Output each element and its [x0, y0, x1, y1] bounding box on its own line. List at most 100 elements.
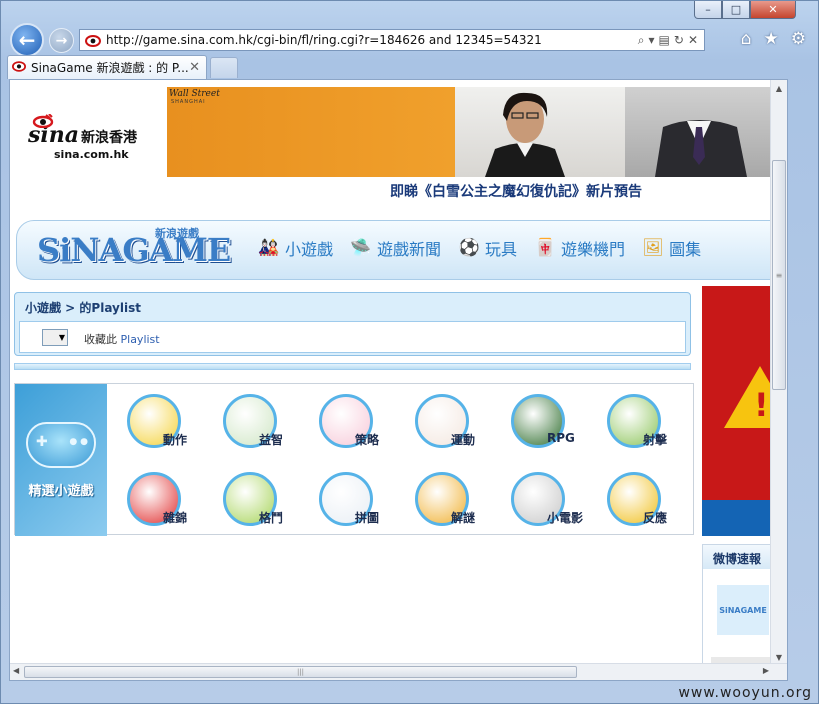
banner-photo-woman: [455, 87, 625, 177]
scroll-left-icon[interactable]: ◀: [13, 666, 19, 675]
minimize-button[interactable]: –: [694, 1, 722, 19]
nav-item-4[interactable]: 🖼 圖集: [641, 236, 701, 260]
category-label: 小電影: [547, 511, 584, 525]
mahjong-icon: 🀄: [534, 238, 556, 258]
banner-ad[interactable]: Wall Street SHANGHAI: [167, 87, 773, 177]
tab-favicon-icon: [12, 60, 26, 75]
vertical-scrollbar[interactable]: ▲ ≡ ▼: [770, 80, 787, 665]
game-category[interactable]: 格鬥: [215, 472, 305, 534]
back-button[interactable]: ←: [10, 23, 44, 57]
tab-close-icon[interactable]: ✕: [189, 60, 200, 75]
browser-toolbar-icons: ⌂ ★ ⚙: [741, 29, 806, 49]
horizontal-scrollbar[interactable]: ◀ ||| ▶: [10, 663, 787, 680]
banner-brand: Wall Street: [169, 89, 220, 99]
ufo-icon: 🛸: [350, 238, 372, 258]
nav-item-label: 遊樂機門: [561, 240, 626, 259]
game-category[interactable]: 策略: [311, 394, 401, 456]
category-label: 雜錦: [163, 511, 188, 525]
sina-eye-logo-icon: [32, 114, 54, 128]
refresh-icon[interactable]: ↻: [674, 33, 684, 48]
close-window-button[interactable]: ✕: [750, 1, 796, 19]
browser-tab[interactable]: SinaGame 新浪遊戲 : 的 P... ✕: [7, 55, 207, 79]
scrollbar-corner: [772, 664, 787, 680]
weibo-logo[interactable]: SiNAGAME: [717, 585, 769, 635]
playlist-box: 小遊戲 > 的Playlist ▼ 收藏此 Playlist: [14, 292, 691, 356]
nav-item-label: 玩具: [485, 240, 518, 259]
game-category[interactable]: 運動: [407, 394, 497, 456]
favorites-star-icon[interactable]: ★: [764, 29, 779, 49]
watermark: www.wooyun.org: [678, 685, 812, 701]
collect-playlist-link[interactable]: Playlist: [121, 333, 160, 346]
featured-games-tile[interactable]: 精選小遊戲: [15, 384, 107, 536]
home-icon[interactable]: ⌂: [741, 29, 752, 49]
maximize-button[interactable]: □: [722, 1, 750, 19]
address-bar[interactable]: http://game.sina.com.hk/cgi-bin/fl/ring.…: [79, 29, 705, 51]
game-category[interactable]: 射擊: [599, 394, 689, 456]
page-viewport: sina 新浪香港 sina.com.hk Wall Street SHANGHA…: [9, 79, 788, 681]
tab-title: SinaGame 新浪遊戲 : 的 P...: [31, 61, 189, 75]
game-categories: 精選小遊戲 動作 益智 策略 運動 RPG 射擊雜錦 格鬥 拼圖 解謎 小電影 反應: [14, 383, 694, 536]
sina-eye-favicon-icon: [84, 32, 102, 48]
logo-hk: 新浪香港: [81, 130, 137, 146]
stop-icon[interactable]: ✕: [688, 33, 698, 48]
nav-items: 🎎 小遊戲 🛸 遊戲新聞 ⚽ 玩具 🀄 遊樂機門 🖼 圖集: [257, 236, 701, 260]
gear-icon[interactable]: ⚙: [791, 29, 806, 49]
weibo-box: 微博速報 SiNAGAME: [702, 544, 773, 664]
horizontal-scroll-thumb[interactable]: |||: [24, 666, 577, 678]
photo-icon: 🖼: [642, 238, 664, 258]
breadcrumb[interactable]: 小遊戲 > 的Playlist: [25, 299, 141, 316]
chevron-down-icon: ▼: [58, 333, 65, 342]
sina-hk-logo[interactable]: sina 新浪香港 sina.com.hk: [28, 114, 158, 170]
window-controls: – □ ✕: [694, 1, 796, 19]
game-category[interactable]: 拼圖: [311, 472, 401, 534]
nav-item-2[interactable]: ⚽ 玩具: [457, 236, 517, 260]
weibo-title: 微博速報: [703, 545, 772, 569]
category-label: 拼圖: [355, 511, 380, 525]
ball-icon: ⚽: [458, 238, 480, 258]
nav-item-0[interactable]: 🎎 小遊戲: [257, 236, 333, 260]
gamepad-icon: [26, 421, 96, 468]
nav-item-label: 小遊戲: [285, 240, 334, 259]
game-category[interactable]: 動作: [119, 394, 209, 456]
category-label: 動作: [163, 433, 188, 447]
category-label: 運動: [451, 433, 476, 447]
banner-caption-link[interactable]: 即睇《白雪公主之魔幻復仇記》新片預告: [390, 181, 642, 201]
dropdown-icon[interactable]: ▾: [649, 33, 655, 48]
category-label: 益智: [259, 433, 284, 447]
sinagame-logo[interactable]: SiNAGAME: [37, 231, 231, 269]
side-ad[interactable]: !: [702, 286, 773, 536]
collect-playlist: 收藏此 Playlist: [84, 331, 160, 347]
game-category[interactable]: 解謎: [407, 472, 497, 534]
forward-button[interactable]: →: [49, 28, 74, 53]
arrow-left-icon: ←: [18, 28, 36, 52]
banner-orange-panel: [167, 87, 455, 177]
nav-item-label: 圖集: [669, 240, 702, 259]
scroll-up-icon[interactable]: ▲: [771, 80, 787, 96]
compat-view-icon[interactable]: ▤: [659, 33, 670, 48]
featured-games-label: 精選小遊戲: [28, 483, 94, 499]
vertical-scroll-thumb[interactable]: ≡: [772, 160, 786, 390]
nav-item-label: 遊戲新聞: [377, 240, 442, 259]
search-icon[interactable]: ⌕: [638, 33, 645, 48]
url-text[interactable]: http://game.sina.com.hk/cgi-bin/fl/ring.…: [106, 33, 638, 47]
logo-domain: sina.com.hk: [54, 148, 129, 161]
category-label: RPG: [547, 431, 575, 445]
sinagame-navbar: SiNAGAME 新浪遊戲 🎎 小遊戲 🛸 遊戲新聞 ⚽ 玩具 🀄 遊樂機門 🖼 圖集: [16, 220, 786, 280]
playlist-select[interactable]: ▼: [42, 329, 68, 346]
game-category[interactable]: RPG: [503, 394, 593, 456]
banner-sub: SHANGHAI: [171, 99, 206, 105]
arrow-right-icon: →: [55, 32, 68, 49]
new-tab-button[interactable]: [210, 57, 238, 78]
game-category[interactable]: 小電影: [503, 472, 593, 534]
category-label: 格鬥: [259, 511, 284, 525]
browser-window: – □ ✕ ← → http://game.sina.com.hk/cgi-bi…: [0, 0, 819, 704]
game-category[interactable]: 反應: [599, 472, 689, 534]
category-label: 射擊: [643, 433, 668, 447]
category-label: 策略: [355, 433, 380, 447]
game-category[interactable]: 雜錦: [119, 472, 209, 534]
scroll-right-icon[interactable]: ▶: [763, 666, 769, 675]
nav-item-1[interactable]: 🛸 遊戲新聞: [349, 236, 441, 260]
nav-item-3[interactable]: 🀄 遊樂機門: [533, 236, 625, 260]
banner-photo-suit: [625, 87, 773, 177]
game-category[interactable]: 益智: [215, 394, 305, 456]
